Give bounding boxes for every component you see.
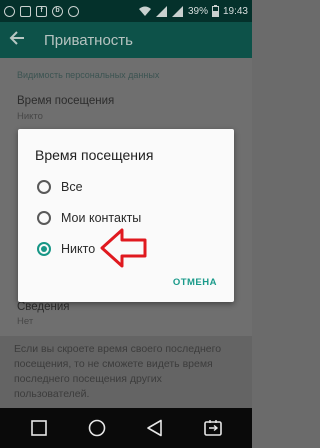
battery-percent: 39% [187,5,208,17]
option-label: Все [61,180,83,194]
option-my-contacts[interactable]: Мои контакты [37,211,141,225]
section-title: Видимость персональных данных [17,70,160,80]
setting-info-value: Нет [17,316,34,327]
facebook-icon: f [36,5,47,17]
page-title: Приватность [44,31,133,49]
status-bar: f b 39% 19:43 [0,0,252,22]
app-bar: Приватность [0,22,252,58]
sim-switch-icon [204,420,222,436]
whatsapp-icon [4,5,15,17]
back-button[interactable] [142,415,168,441]
option-nobody[interactable]: Никто [37,242,95,256]
option-label: Мои контакты [61,211,142,225]
square-icon [31,420,47,436]
setting-last-seen-value: Никто [17,111,43,122]
image-icon [20,5,31,17]
recents-button[interactable] [26,415,52,441]
triangle-back-icon [147,419,162,437]
notification-icons: f b [4,5,79,17]
b-icon: b [52,5,63,17]
radio-button[interactable] [37,211,51,225]
wifi-icon [138,6,151,16]
signal-icon [171,5,183,17]
sim-switch-button[interactable] [200,415,226,441]
option-everyone[interactable]: Все [37,180,83,194]
home-button[interactable] [84,415,110,441]
last-seen-dialog: Время посещения Все Мои контакты Никто О… [18,129,234,302]
signal-icon [155,5,167,17]
navigation-bar [0,408,252,448]
dialog-title: Время посещения [35,147,154,163]
option-label: Никто [61,242,96,256]
circle-icon [68,5,79,17]
back-arrow-icon[interactable] [0,30,34,51]
radio-button[interactable] [37,180,51,194]
battery-icon [211,5,219,17]
setting-info-title[interactable]: Сведения [17,301,70,313]
red-arrow-annotation-icon [100,228,147,268]
setting-last-seen-title[interactable]: Время посещения [17,95,114,107]
circle-icon [88,419,106,437]
arrow-left-icon [9,30,24,45]
cancel-button[interactable]: ОТМЕНА [173,277,217,288]
privacy-footnote: Если вы скроете время своего последнего … [0,336,252,408]
clock: 19:43 [222,5,248,17]
radio-button-selected[interactable] [37,242,51,256]
system-status: 39% 19:43 [138,5,248,17]
